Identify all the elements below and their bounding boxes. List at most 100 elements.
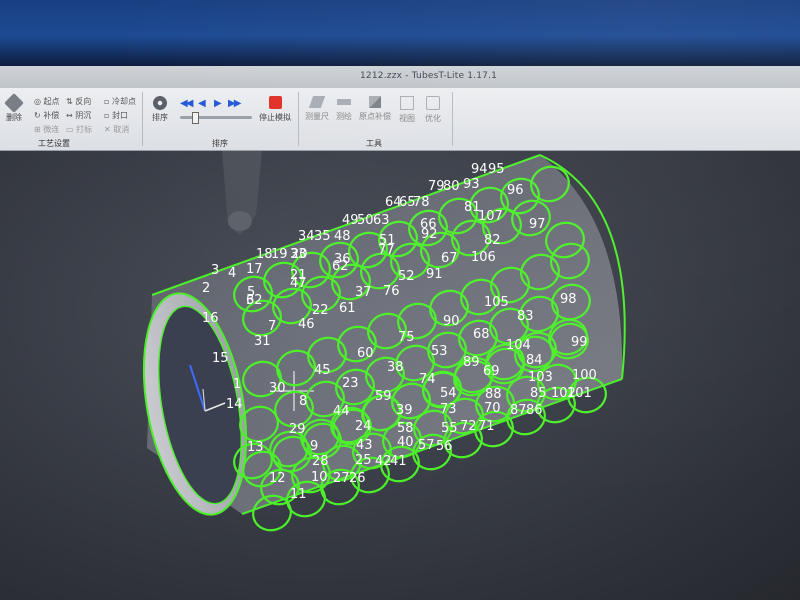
tools-group-label: 工具 [366, 139, 382, 148]
hole-label: 100 [572, 368, 597, 383]
skip-back-button[interactable]: ◀◀ [180, 98, 193, 109]
hole-label: 7 [268, 319, 276, 334]
hole-label: 103 [528, 370, 553, 385]
microjoint-button[interactable]: ⊞ 微连 [34, 124, 59, 135]
hole-label: 19 [271, 247, 288, 262]
hole-label: 34 [298, 229, 315, 244]
hole-label: 50 [357, 213, 374, 228]
3d-viewport[interactable]: 1 2 3 4 5 6 7 8 9 10 11 12 13 14 15 16 17 18 19 20 21 22 23 24 2… [0, 151, 800, 600]
hole-label: 38 [387, 360, 404, 375]
hole-label: 26 [349, 471, 366, 486]
hole-label: 95 [488, 162, 505, 177]
hole-label: 10 [311, 470, 328, 485]
survey-icon [337, 99, 351, 105]
hole-label: 68 [473, 327, 490, 342]
delete-button[interactable]: 删除 [4, 93, 24, 123]
hole-label: 23 [342, 376, 359, 391]
hole-label: 12 [269, 471, 286, 486]
hole-label: 99 [571, 335, 588, 350]
stop-icon [268, 96, 282, 109]
step-forward-icon: ▶ [214, 98, 222, 109]
hole-label: 98 [560, 292, 577, 307]
eraser-icon [4, 93, 24, 113]
start-point-icon: ◎ [34, 97, 41, 106]
origin-compensation-button[interactable]: 原点补偿 [358, 96, 392, 122]
ribbon-toolbar: 删除 ◎ 起点 ⇅ 反向 ▫ 冷却点 ↻ 补偿 ↔ 阴沉 ▫ 封口 ⊞ 微连 ▭… [0, 88, 800, 151]
hole-label: 42 [375, 454, 392, 469]
hole-label: 24 [355, 419, 372, 434]
hole-label: 69 [483, 364, 500, 379]
cancel-button[interactable]: ✕ 取消 [104, 124, 129, 135]
hole-label: 84 [526, 353, 543, 368]
cooling-icon: ▫ [104, 97, 110, 106]
speed-slider-handle[interactable] [192, 112, 199, 124]
reverse-icon: ⇅ [66, 97, 73, 106]
hole-label: 63 [373, 213, 390, 228]
hole-label: 85 [530, 386, 547, 401]
speed-slider[interactable] [180, 112, 252, 124]
hole-label: 37 [355, 285, 372, 300]
hole-label: 93 [463, 177, 480, 192]
skip-forward-button[interactable]: ▶▶ [228, 98, 241, 109]
step-back-icon: ◀ [198, 98, 206, 109]
reverse-button[interactable]: ⇅ 反向 [66, 96, 91, 107]
hole-label: 104 [506, 338, 531, 353]
hole-label: 28 [312, 454, 329, 469]
sort-button[interactable]: 排序 [149, 96, 171, 123]
hole-label: 86 [526, 403, 543, 418]
tube-model-canvas[interactable]: 123 45678910111213141516171819 20212223242… [0, 151, 800, 600]
seal-icon: ▫ [104, 111, 110, 120]
cutting-head-nozzle [228, 211, 252, 231]
hole-label: 53 [431, 344, 448, 359]
start-point-button[interactable]: ◎ 起点 [34, 96, 60, 107]
lead-button[interactable]: ↔ 阴沉 [66, 110, 91, 121]
hole-label: 11 [290, 487, 307, 502]
hole-label: 67 [441, 251, 458, 266]
hole-label: 46 [298, 317, 315, 332]
lead-icon: ↔ [66, 111, 73, 120]
screen: 1212.zzx - TubesT-Lite 1.17.1 删除 ◎ 起点 ⇅ … [0, 0, 800, 600]
hole-label: 92 [421, 227, 438, 242]
hole-label: 13 [247, 440, 264, 455]
hole-label: 17 [246, 262, 263, 277]
mark-button[interactable]: ▭ 打标 [66, 124, 92, 135]
hole-label: 15 [212, 351, 229, 366]
compensation-button[interactable]: ↻ 补偿 [34, 110, 59, 121]
hole-label: 3 [211, 263, 219, 278]
hole-label: 8 [299, 394, 307, 409]
hole-label: 1 [233, 377, 241, 392]
hole-label: 106 [471, 250, 496, 265]
hole-label: 14 [226, 397, 243, 412]
hole-label: 54 [440, 386, 457, 401]
optimize-button[interactable]: 优化 [422, 96, 444, 124]
sort-group-label: 排序 [212, 139, 228, 148]
hole-label: 57 [418, 438, 435, 453]
hole-label: 96 [507, 183, 524, 198]
hole-label: 71 [478, 419, 495, 434]
stop-simulation-button[interactable]: 停止模拟 [258, 96, 292, 123]
hole-label: 25 [355, 453, 372, 468]
skip-forward-icon: ▶▶ [228, 98, 241, 109]
microjoint-icon: ⊞ [34, 125, 41, 134]
hole-label: 22 [312, 303, 329, 318]
seal-button[interactable]: ▫ 封口 [104, 110, 128, 121]
hole-label: 107 [478, 209, 503, 224]
step-back-button[interactable]: ◀ [198, 98, 206, 109]
hole-label: 87 [510, 403, 527, 418]
mark-icon: ▭ [66, 125, 74, 134]
hole-label: 40 [397, 435, 414, 450]
craft-group-label: 工艺设置 [38, 139, 70, 148]
step-forward-button[interactable]: ▶ [214, 98, 222, 109]
hole-label: 9 [310, 439, 318, 454]
hole-label: 33 [290, 247, 307, 262]
hole-label: 91 [426, 267, 443, 282]
measure-button[interactable]: 测量尺 [302, 96, 332, 122]
cancel-icon: ✕ [104, 125, 111, 134]
hole-label: 41 [390, 454, 407, 469]
survey-button[interactable]: 测绘 [332, 96, 356, 122]
hole-label: 60 [357, 346, 374, 361]
cooling-point-button[interactable]: ▫ 冷却点 [104, 96, 136, 107]
hole-label: 48 [334, 229, 351, 244]
hole-label: 45 [314, 363, 331, 378]
view-button[interactable]: 视图 [396, 96, 418, 124]
